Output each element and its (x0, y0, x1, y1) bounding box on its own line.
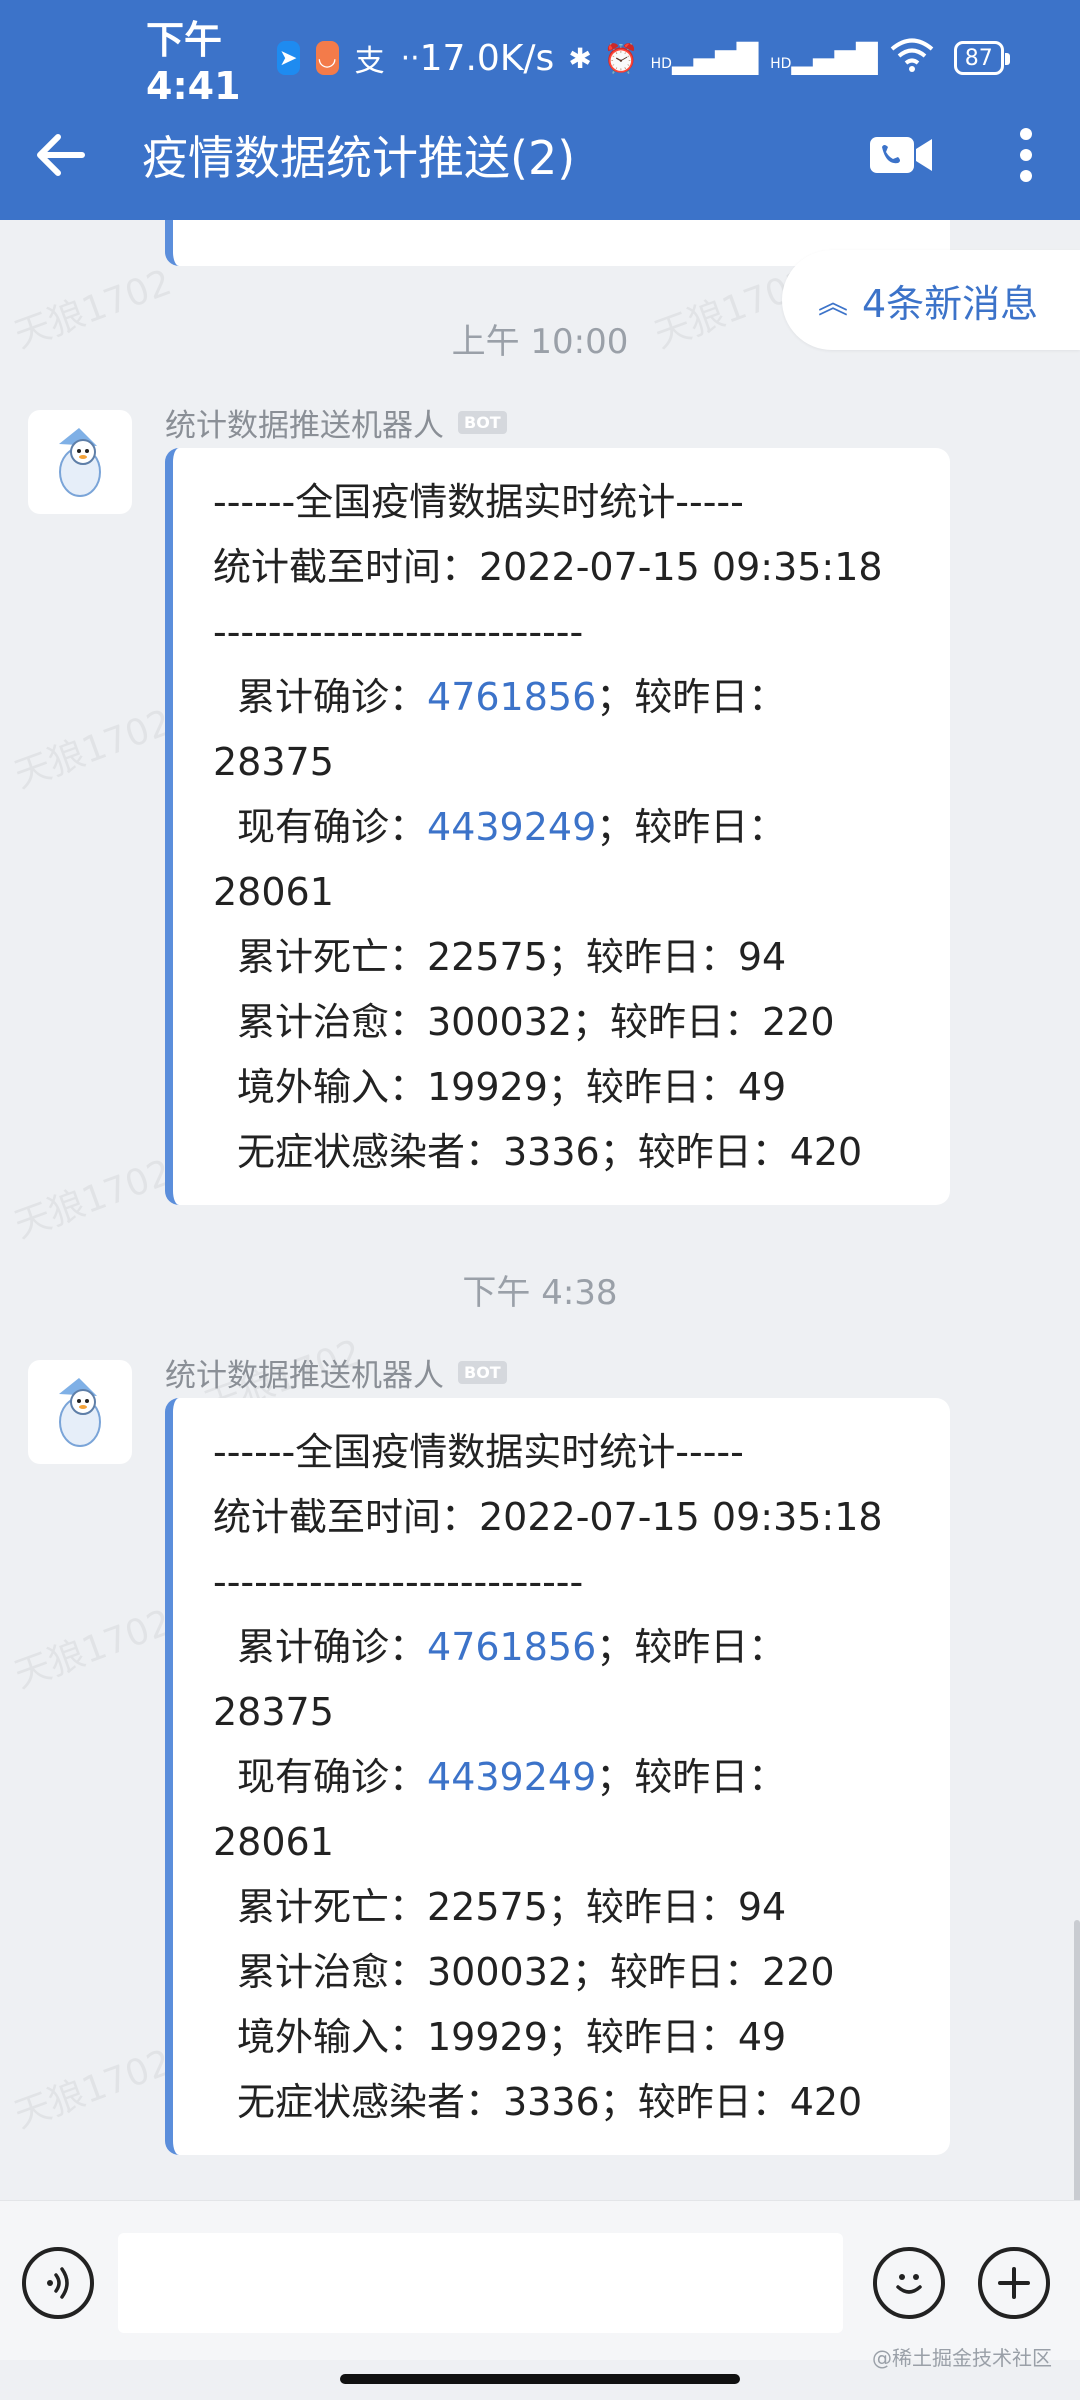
bot-badge: BOT (458, 1361, 507, 1384)
current-delta: 28061 (213, 1820, 334, 1864)
card-title-line: ------全国疫情数据实时统计----- (213, 1430, 744, 1474)
alipay-notification-icon: 支 (354, 44, 385, 79)
watermark: 天狼1702 (9, 1602, 177, 1697)
message-input[interactable] (118, 2233, 843, 2333)
current-line: 现有确诊：4439249；较昨日： (213, 795, 930, 860)
cured-line: 累计治愈：300032；较昨日：220 (237, 1950, 835, 1994)
time-separator: 下午 4:38 (462, 1273, 618, 1313)
confirmed-value-link[interactable]: 4761856 (427, 1625, 596, 1669)
back-arrow-icon (37, 134, 85, 176)
confirmed-tail: ；较昨日： (596, 675, 787, 719)
bot-avatar[interactable] (28, 1360, 132, 1464)
penguin-avatar-icon (59, 428, 101, 497)
bluetooth-icon: ✱ (568, 41, 592, 75)
message-card[interactable]: ------全国疫情数据实时统计----- 统计截至时间：2022-07-15 … (165, 1398, 950, 2155)
message-card[interactable]: ------全国疫情数据实时统计----- 统计截至时间：2022-07-15 … (165, 448, 950, 1205)
current-line: 现有确诊：4439249；较昨日： (213, 1745, 930, 1810)
emoji-button[interactable] (873, 2247, 945, 2319)
battery-icon: 87 (953, 41, 1011, 75)
bot-badge: BOT (458, 411, 507, 434)
current-label: 现有确诊： (237, 805, 428, 849)
deaths-line: 累计死亡：22575；较昨日：94 (237, 935, 787, 979)
more-notifications-indicator: ·· (400, 40, 420, 76)
more-vertical-icon (1020, 128, 1032, 182)
scrollbar[interactable] (1074, 1920, 1080, 2200)
card-time-line: 统计截至时间：2022-07-15 09:35:18 (213, 545, 883, 589)
confirmed-line: 累计确诊：4761856；较昨日： (213, 1615, 930, 1680)
bot-avatar[interactable] (28, 410, 132, 514)
card-time-line: 统计截至时间：2022-07-15 09:35:18 (213, 1495, 883, 1539)
video-call-icon (870, 137, 932, 173)
asymptomatic-line: 无症状感染者：3336；较昨日：420 (237, 1130, 863, 1174)
current-value-link[interactable]: 4439249 (427, 805, 596, 849)
confirmed-delta: 28375 (213, 740, 334, 784)
current-tail: ；较昨日： (596, 1755, 787, 1799)
confirmed-line: 累计确诊：4761856；较昨日： (213, 665, 930, 730)
app-header: 下午4:41 ➤ ◡ 支 ·· 17.0K/s ✱ ⏰ HD▂▄▆█ HD▂▄▆… (0, 0, 1080, 220)
sender-name: 统计数据推送机器人 BOT (165, 1350, 507, 1395)
confirmed-value-link[interactable]: 4761856 (427, 675, 596, 719)
confirmed-label: 累计确诊： (237, 1625, 428, 1669)
add-attachment-button[interactable] (978, 2247, 1050, 2319)
current-delta: 28061 (213, 870, 334, 914)
card-divider-line: --------------------------- (213, 1560, 584, 1604)
sender-label: 统计数据推送机器人 (165, 1358, 444, 1394)
card-title-line: ------全国疫情数据实时统计----- (213, 480, 744, 524)
smiley-icon (896, 2274, 922, 2294)
current-value-link[interactable]: 4439249 (427, 1755, 596, 1799)
chat-title: 疫情数据统计推送(2) (142, 131, 576, 185)
voice-icon (47, 2267, 69, 2299)
wifi-icon (890, 38, 934, 79)
watermark: 天狼1702 (9, 702, 177, 797)
deaths-line: 累计死亡：22575；较昨日：94 (237, 1885, 787, 1929)
cured-line: 累计治愈：300032；较昨日：220 (237, 1000, 835, 1044)
status-time: 下午4:41 (146, 17, 241, 108)
confirmed-tail: ；较昨日： (596, 1625, 787, 1669)
confirmed-label: 累计确诊： (237, 675, 428, 719)
watermark: 天狼1702 (9, 1152, 177, 1247)
input-bar (0, 2200, 1080, 2360)
asymptomatic-line: 无症状感染者：3336；较昨日：420 (237, 2080, 863, 2124)
penguin-avatar-icon (59, 1378, 101, 1447)
time-separator: 上午 10:00 (451, 322, 629, 362)
chat-area[interactable]: 天狼1702 天狼1702 天狼1702 天狼1702 天狼1702 天狼170… (0, 220, 1080, 2200)
signal-icon-2: HD▂▄▆█ (770, 41, 878, 75)
watermark: 天狼1702 (9, 2042, 177, 2137)
shopping-notification-icon: ◡ (315, 41, 339, 75)
credit-watermark: @稀土掘金技术社区 (872, 2346, 1052, 2370)
card-divider-line: --------------------------- (213, 610, 584, 654)
current-tail: ；较昨日： (596, 805, 787, 849)
app-notification-icon: ➤ (276, 41, 300, 75)
sender-name: 统计数据推送机器人 BOT (165, 400, 507, 445)
status-bar: 下午4:41 ➤ ◡ 支 ·· 17.0K/s ✱ ⏰ HD▂▄▆█ HD▂▄▆… (0, 18, 1080, 108)
signal-icon-1: HD▂▄▆█ (650, 41, 759, 75)
net-speed: 17.0K/s (419, 37, 555, 79)
imported-line: 境外输入：19929；较昨日：49 (237, 2015, 787, 2059)
home-indicator[interactable] (340, 2374, 740, 2384)
more-options-button[interactable] (996, 100, 1056, 210)
imported-line: 境外输入：19929；较昨日：49 (237, 1065, 787, 1109)
back-button[interactable] (0, 100, 120, 210)
confirmed-delta: 28375 (213, 1690, 334, 1734)
current-label: 现有确诊： (237, 1755, 428, 1799)
sender-label: 统计数据推送机器人 (165, 408, 444, 444)
alarm-icon: ⏰ (603, 41, 639, 75)
video-call-button[interactable] (846, 100, 956, 210)
voice-input-button[interactable] (22, 2247, 94, 2319)
plus-icon (998, 2267, 1030, 2299)
